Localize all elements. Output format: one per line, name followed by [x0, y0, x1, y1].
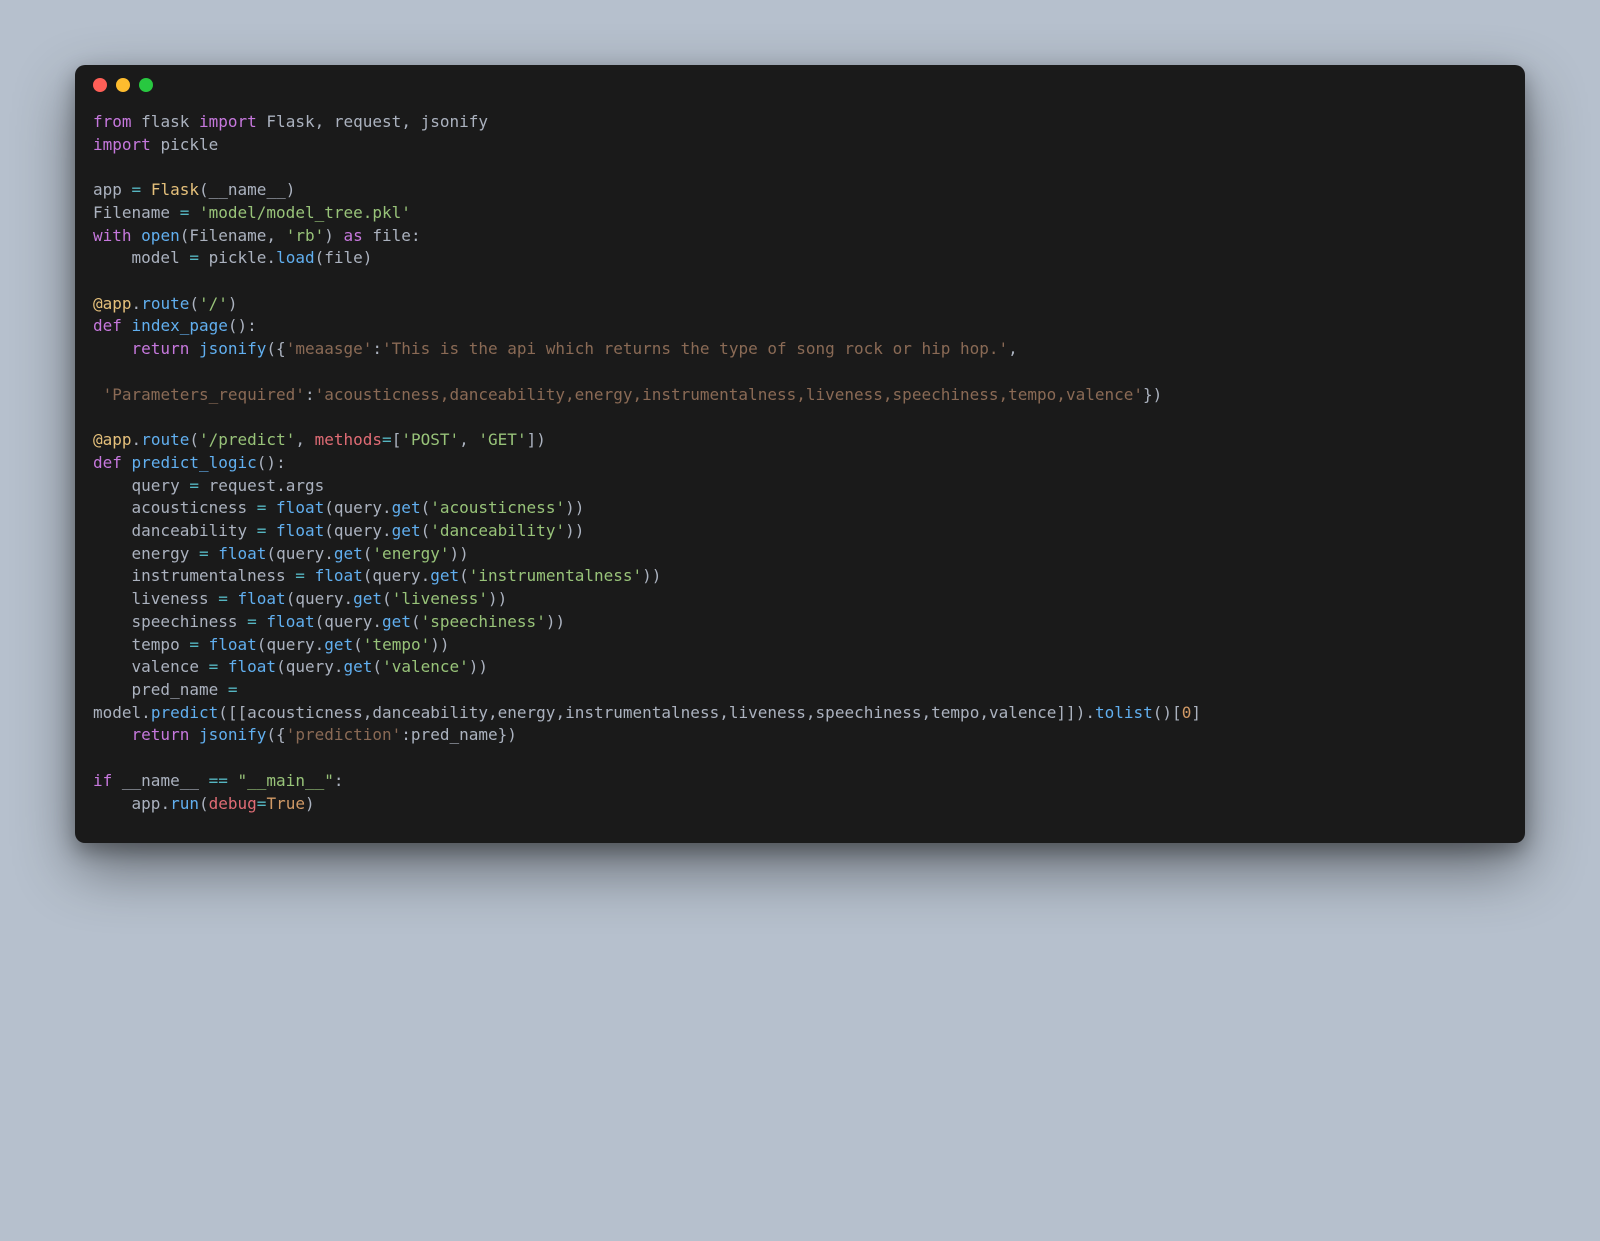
code-line: liveness = float(query.get('liveness'))	[93, 589, 507, 608]
code-line: tempo = float(query.get('tempo'))	[93, 635, 450, 654]
code-line: def index_page():	[93, 316, 257, 335]
code-line: danceability = float(query.get('danceabi…	[93, 521, 584, 540]
code-line: model = pickle.load(file)	[93, 248, 372, 267]
code-line: with open(Filename, 'rb') as file:	[93, 226, 421, 245]
close-icon[interactable]	[93, 78, 107, 92]
code-line: app = Flask(__name__)	[93, 180, 295, 199]
minimize-icon[interactable]	[116, 78, 130, 92]
code-line: model.predict([[acousticness,danceabilit…	[93, 703, 1201, 722]
code-line: 'Parameters_required':'acousticness,danc…	[93, 385, 1162, 404]
code-line: return jsonify({'prediction':pred_name})	[93, 725, 517, 744]
code-line: app.run(debug=True)	[93, 794, 315, 813]
code-line: def predict_logic():	[93, 453, 286, 472]
code-line: pred_name =	[93, 680, 247, 699]
code-line: valence = float(query.get('valence'))	[93, 657, 488, 676]
code-line: energy = float(query.get('energy'))	[93, 544, 469, 563]
code-line: return jsonify({'meaasge':'This is the a…	[93, 339, 1018, 358]
code-line: Filename = 'model/model_tree.pkl'	[93, 203, 411, 222]
code-line: instrumentalness = float(query.get('inst…	[93, 566, 661, 585]
code-line: acousticness = float(query.get('acoustic…	[93, 498, 584, 517]
code-line: if __name__ == "__main__":	[93, 771, 343, 790]
code-line: speechiness = float(query.get('speechine…	[93, 612, 565, 631]
code-window: from flask import Flask, request, jsonif…	[75, 65, 1525, 843]
code-line: from flask import Flask, request, jsonif…	[93, 112, 488, 131]
code-line: @app.route('/')	[93, 294, 238, 313]
titlebar	[75, 65, 1525, 105]
maximize-icon[interactable]	[139, 78, 153, 92]
code-block: from flask import Flask, request, jsonif…	[75, 105, 1525, 843]
code-line: query = request.args	[93, 476, 324, 495]
code-line: import pickle	[93, 135, 218, 154]
code-line: @app.route('/predict', methods=['POST', …	[93, 430, 546, 449]
